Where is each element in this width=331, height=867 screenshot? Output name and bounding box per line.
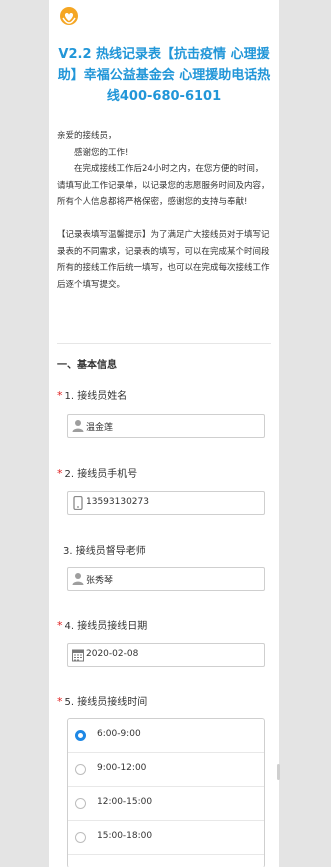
radio-icon[interactable] xyxy=(75,764,86,775)
survey-page: V2.2 热线记录表【抗击疫情 心理援助】幸福公益基金会 心理援助电话热线400… xyxy=(49,0,279,867)
call-time-options: 6:00-9:00 9:00-12:00 12:00-15:00 15:00-1… xyxy=(67,718,265,867)
scrollbar-thumb[interactable] xyxy=(277,764,280,780)
radio-icon[interactable] xyxy=(75,798,86,809)
page-title: V2.2 热线记录表【抗击疫情 心理援助】幸福公益基金会 心理援助电话热线400… xyxy=(57,47,271,104)
intro-instructions: 在完成接线工作后24小时之内，在您方便的时间，请填写此工作记录单，以记录您的志愿… xyxy=(57,164,270,207)
call-date-input[interactable]: 2020-02-08 xyxy=(67,643,265,667)
question-4-label: * 4. 接线员接线日期 xyxy=(57,619,148,632)
question-5-label: * 5. 接线员接线时间 xyxy=(57,695,148,708)
phone-icon xyxy=(73,496,83,510)
time-option-9-12[interactable]: 9:00-12:00 xyxy=(68,753,264,786)
question-2-label: * 2. 接线员手机号 xyxy=(57,467,138,480)
required-mark: * xyxy=(57,619,63,632)
question-1-label: * 1. 接线员姓名 xyxy=(57,389,128,402)
section-title: 一、基本信息 xyxy=(57,360,117,371)
calendar-icon xyxy=(72,649,84,662)
question-3-label: 3. 接线员督导老师 xyxy=(63,546,146,557)
heart-hands-logo xyxy=(60,7,78,25)
operator-name-value: 温金莲 xyxy=(86,423,114,433)
required-mark: * xyxy=(57,695,63,708)
supervisor-value: 张秀琴 xyxy=(86,576,114,586)
call-date-value: 2020-02-08 xyxy=(86,649,139,659)
supervisor-input[interactable]: 张秀琴 xyxy=(67,567,265,591)
time-option-6-9[interactable]: 6:00-9:00 xyxy=(68,719,264,752)
operator-phone-value: 13593130273 xyxy=(86,497,149,507)
person-icon xyxy=(72,420,84,432)
operator-phone-input[interactable]: 13593130273 xyxy=(67,491,265,515)
radio-selected-icon[interactable] xyxy=(75,730,86,741)
time-option-12-15[interactable]: 12:00-15:00 xyxy=(68,787,264,820)
required-mark: * xyxy=(57,389,63,402)
time-option-15-18[interactable]: 15:00-18:00 xyxy=(68,821,264,854)
required-mark: * xyxy=(57,467,63,480)
person-icon xyxy=(72,573,84,585)
radio-icon[interactable] xyxy=(75,832,86,843)
intro-thanks: 感谢您的工作! xyxy=(74,147,129,158)
operator-name-input[interactable]: 温金莲 xyxy=(67,414,265,438)
intro-tip: 【记录表填写温馨提示】为了满足广大接线员对于填写记录表的不同需求，记录表的填写，… xyxy=(57,230,270,290)
intro-text: 亲爱的接线员， 感谢您的工作! 在完成接线工作后24小时之内，在您方便的时间，请… xyxy=(57,128,271,293)
intro-greeting: 亲爱的接线员， xyxy=(57,131,117,141)
section-divider xyxy=(57,343,271,344)
